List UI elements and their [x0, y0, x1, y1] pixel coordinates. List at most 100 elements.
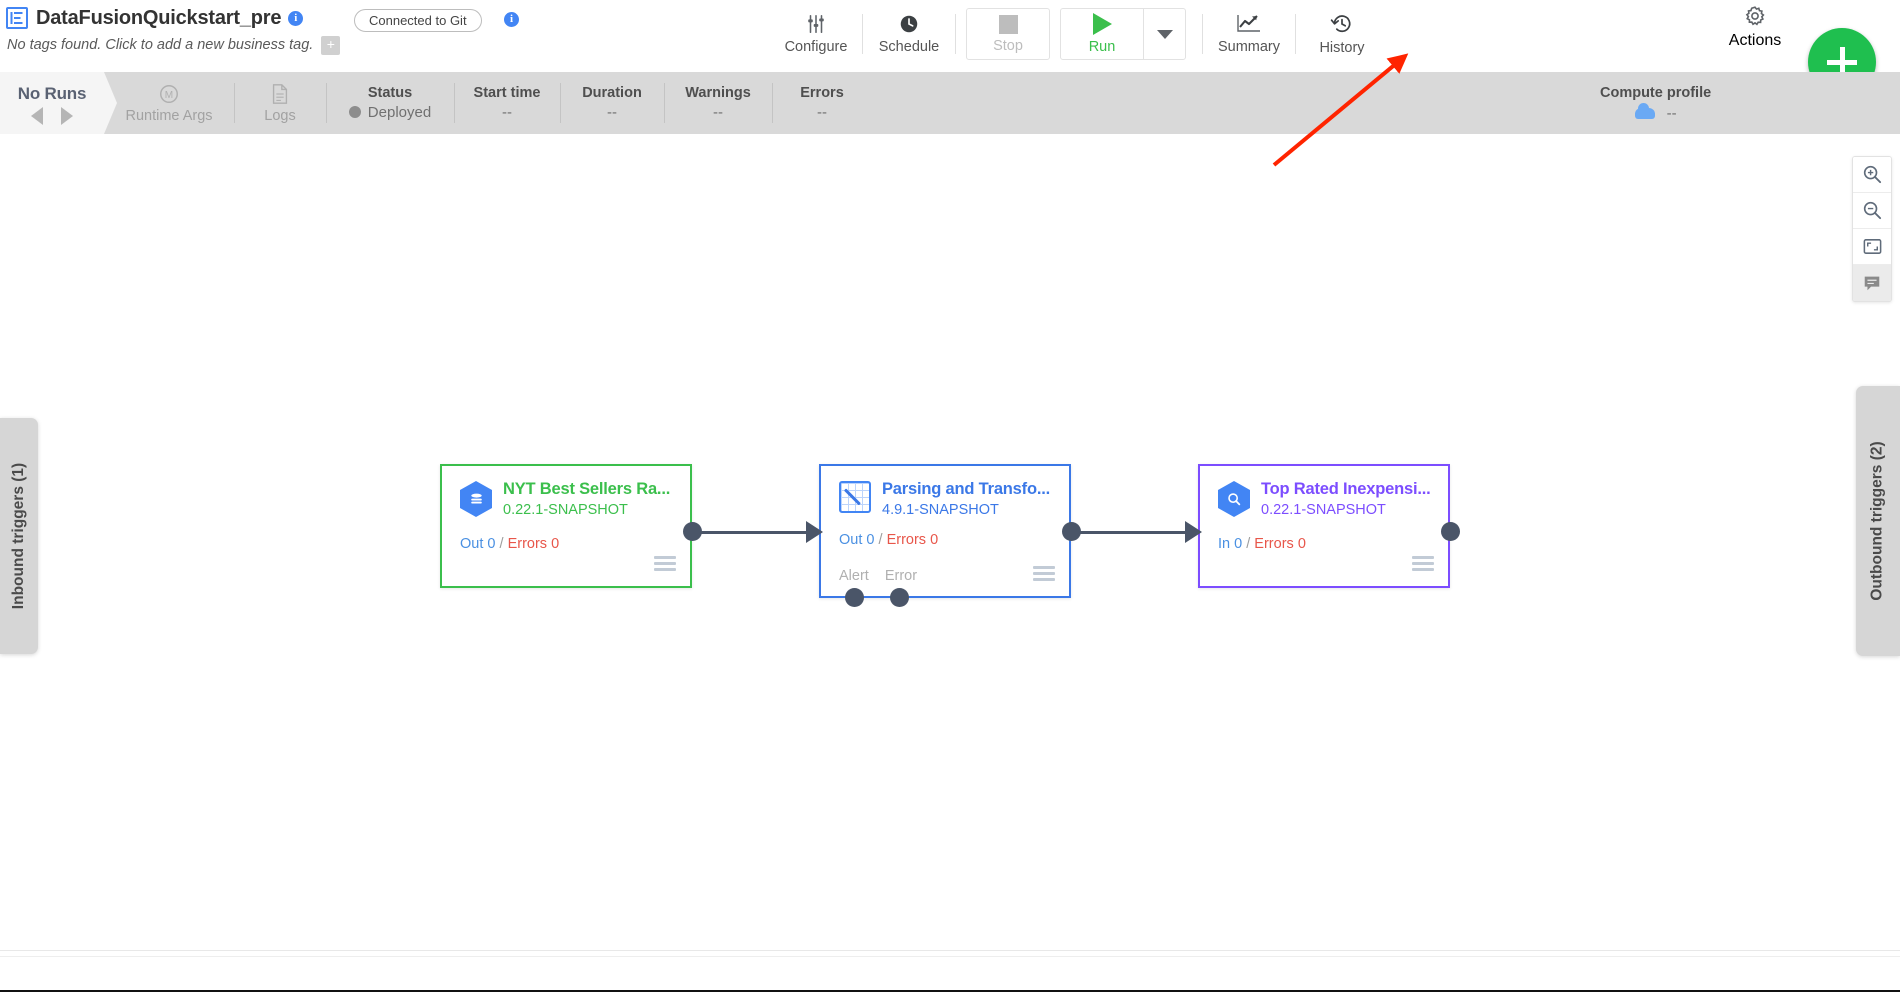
node-in-label: In — [1218, 536, 1231, 552]
node-out-value: 0 — [487, 536, 496, 552]
actions-button[interactable]: Actions — [1710, 4, 1800, 50]
business-tags-row[interactable]: No tags found. Click to add a new busine… — [6, 33, 646, 57]
outbound-triggers-panel[interactable]: Outbound triggers (2) — [1856, 386, 1900, 656]
inbound-triggers-label: Inbound triggers (1) — [10, 462, 28, 610]
chevron-left-icon[interactable] — [31, 106, 43, 125]
run-label: Run — [1088, 39, 1116, 55]
fit-screen-icon — [1863, 239, 1881, 254]
node-metrics: Out 0 / Errors 0 — [839, 532, 938, 548]
node-menu-button[interactable] — [1412, 556, 1434, 574]
actions-label: Actions — [1728, 32, 1782, 49]
chevron-right-icon[interactable] — [61, 106, 73, 125]
node-title: Parsing and Transfo... — [882, 480, 1050, 498]
zoom-out-button[interactable] — [1853, 193, 1891, 229]
connection-arrow-head — [806, 521, 823, 543]
outbound-triggers-label: Outbound triggers (2) — [1869, 441, 1887, 601]
add-tag-button[interactable]: + — [321, 35, 341, 55]
start-time-cell: Start time -- — [454, 72, 560, 134]
comment-icon — [1864, 276, 1880, 291]
connection-source-to-transform[interactable] — [700, 531, 812, 534]
node-out-value: 0 — [866, 532, 875, 548]
errors-header: Errors — [800, 85, 844, 101]
node-output-port-sink[interactable] — [1441, 522, 1460, 541]
connection-transform-to-sink[interactable] — [1079, 531, 1191, 534]
git-status-badge[interactable]: Connected to Git — [354, 9, 482, 32]
svg-text:M: M — [165, 90, 173, 101]
no-runs-label: No Runs — [17, 83, 87, 103]
node-version: 4.9.1-SNAPSHOT — [882, 502, 999, 518]
footer-bar — [0, 956, 1900, 990]
warnings-header: Warnings — [685, 85, 751, 101]
errors-cell: Errors -- — [772, 72, 872, 134]
warnings-value: -- — [713, 104, 723, 121]
stop-button[interactable]: Stop — [966, 8, 1050, 60]
fit-to-screen-button[interactable] — [1853, 229, 1891, 265]
node-metric-separator: / — [1246, 536, 1251, 552]
schedule-button[interactable]: Schedule — [863, 3, 955, 65]
run-options-dropdown[interactable] — [1143, 9, 1185, 59]
zoom-in-button[interactable] — [1853, 157, 1891, 193]
canvas-zoom-controls — [1852, 156, 1892, 302]
node-error-port-transform[interactable] — [890, 588, 909, 607]
node-alert-port-label: Alert — [839, 568, 869, 584]
node-metrics: Out 0 / Errors 0 — [460, 536, 559, 552]
node-out-label: Out — [839, 532, 863, 548]
configure-button[interactable]: Configure — [770, 3, 862, 65]
node-menu-button[interactable] — [1033, 566, 1055, 584]
node-title: Top Rated Inexpensi... — [1261, 480, 1431, 498]
app-header: DataFusionQuickstart_pre i No tags found… — [0, 0, 1900, 96]
duration-value: -- — [607, 104, 617, 121]
compute-profile-cell[interactable]: Compute profile -- — [1600, 72, 1711, 134]
datafusion-logo-icon — [6, 7, 28, 29]
compute-profile-header: Compute profile — [1600, 84, 1712, 101]
status-value: Deployed — [367, 104, 432, 121]
history-button[interactable]: History — [1296, 3, 1388, 65]
compute-profile-text: -- — [1666, 104, 1677, 122]
runtime-args-label: Runtime Args — [125, 107, 213, 124]
play-triangle-icon — [1092, 13, 1112, 35]
duration-cell: Duration -- — [560, 72, 664, 134]
logs-cell[interactable]: Logs — [234, 72, 326, 134]
bigquery-hexagon-icon — [1218, 481, 1250, 517]
node-output-port-transform[interactable] — [1062, 522, 1081, 541]
history-label: History — [1319, 40, 1365, 56]
gear-icon — [1745, 6, 1765, 26]
run-button[interactable]: Run — [1061, 9, 1143, 59]
inbound-triggers-panel[interactable]: Inbound triggers (1) — [0, 418, 38, 654]
errors-value: -- — [817, 104, 827, 121]
pipeline-identity: DataFusionQuickstart_pre i No tags found… — [6, 4, 646, 57]
stop-square-icon — [998, 14, 1018, 34]
info-icon[interactable]: i — [288, 10, 304, 26]
warnings-cell: Warnings -- — [664, 72, 772, 134]
git-info-icon[interactable]: i — [504, 12, 519, 27]
runtime-args-cell[interactable]: M Runtime Args — [104, 72, 234, 134]
no-runs-tab[interactable]: No Runs — [0, 72, 117, 134]
pipeline-node-sink[interactable]: Top Rated Inexpensi... 0.22.1-SNAPSHOT I… — [1198, 464, 1450, 588]
node-output-port-source[interactable] — [683, 522, 702, 541]
node-version: 0.22.1-SNAPSHOT — [1261, 502, 1386, 518]
node-in-value: 0 — [1234, 536, 1243, 552]
node-out-label: Out — [460, 536, 484, 552]
tags-empty-label: No tags found. Click to add a new busine… — [7, 37, 314, 53]
node-errors-value: 0 — [1297, 536, 1306, 552]
node-metrics: In 0 / Errors 0 — [1218, 536, 1306, 552]
logs-label: Logs — [264, 107, 296, 124]
comments-button[interactable] — [1853, 265, 1891, 301]
compute-profile-value: -- — [1634, 102, 1677, 122]
node-menu-button[interactable] — [654, 556, 676, 574]
node-version: 0.22.1-SNAPSHOT — [503, 502, 628, 518]
pipeline-canvas[interactable]: Inbound triggers (1) Outbound triggers (… — [0, 134, 1900, 956]
node-errors-value: 0 — [551, 536, 560, 552]
status-badge: Deployed — [348, 104, 432, 121]
node-alert-port-transform[interactable] — [845, 588, 864, 607]
zoom-in-icon — [1863, 165, 1881, 184]
pipeline-node-source[interactable]: NYT Best Sellers Ra... 0.22.1-SNAPSHOT O… — [440, 464, 692, 588]
node-errors-label: Errors — [886, 532, 927, 548]
run-status-bar: No Runs M Runtime Args Logs Status Deplo… — [0, 72, 1900, 134]
canvas-bottom-divider — [0, 950, 1900, 951]
run-button-group[interactable]: Run — [1060, 8, 1186, 60]
pipeline-node-transform[interactable]: Parsing and Transfo... 4.9.1-SNAPSHOT Ou… — [819, 464, 1071, 598]
duration-header: Duration — [582, 85, 642, 101]
summary-button[interactable]: Summary — [1203, 3, 1295, 65]
pipeline-toolbar: Configure Schedule Stop Run Summary Hist… — [770, 0, 1388, 68]
